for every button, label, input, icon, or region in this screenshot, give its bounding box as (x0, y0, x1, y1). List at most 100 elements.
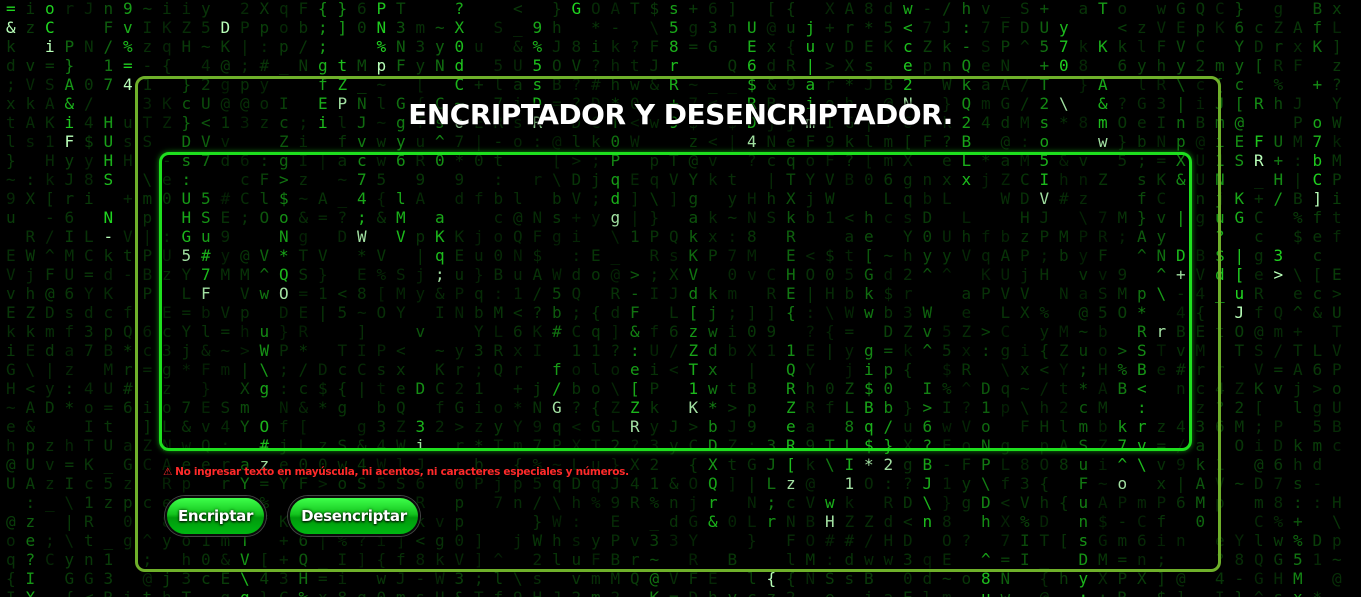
matrix-glyph: < (1118, 18, 1128, 37)
matrix-glyph: 8 (1274, 493, 1284, 512)
matrix-glyph: H (182, 37, 192, 56)
matrix-glyph: k (1118, 37, 1128, 56)
matrix-glyph: e (981, 56, 991, 75)
matrix-glyph: = (84, 265, 94, 284)
matrix-glyph: G (6, 360, 16, 379)
matrix-glyph: k (6, 322, 16, 341)
matrix-glyph: S (494, 18, 504, 37)
matrix-glyph: h (962, 0, 972, 18)
matrix-glyph: T (1332, 322, 1342, 341)
matrix-glyph: R (786, 56, 796, 75)
matrix-glyph: P (240, 18, 250, 37)
matrix-glyph: s (1274, 588, 1284, 597)
matrix-glyph: M (1293, 132, 1303, 151)
matrix-glyph: i (1332, 189, 1342, 208)
matrix-glyph: ^ (1254, 588, 1264, 597)
matrix-glyph: c (1313, 284, 1323, 303)
matrix-glyph: 9 (513, 588, 523, 597)
matrix-glyph: [ (1254, 56, 1264, 75)
matrix-glyph: c (104, 303, 114, 322)
matrix-glyph: J (84, 0, 94, 18)
matrix-glyph: p (1332, 531, 1342, 550)
matrix-glyph: a (1079, 0, 1089, 18)
matrix-glyph: : (1293, 493, 1303, 512)
matrix-glyph: k (942, 37, 952, 56)
matrix-glyph: R (1118, 588, 1128, 597)
matrix-glyph: k (1293, 436, 1303, 455)
matrix-glyph: 7 (1313, 132, 1323, 151)
matrix-glyph: D (1313, 531, 1323, 550)
matrix-glyph: l (6, 132, 16, 151)
matrix-glyph: r (65, 189, 75, 208)
matrix-glyph: % (1293, 208, 1303, 227)
matrix-glyph: n (728, 18, 738, 37)
decrypt-button[interactable]: Desencriptar (288, 496, 420, 536)
matrix-glyph: l (1293, 398, 1303, 417)
matrix-glyph: Q (1274, 303, 1284, 322)
matrix-glyph: ~ (6, 170, 16, 189)
matrix-glyph: U (1332, 398, 1342, 417)
matrix-glyph: r (123, 360, 133, 379)
matrix-glyph: k (1332, 132, 1342, 151)
matrix-glyph: 6 (65, 208, 75, 227)
matrix-glyph: F (650, 37, 660, 56)
matrix-glyph: + (825, 18, 835, 37)
matrix-glyph: : (65, 379, 75, 398)
matrix-glyph: j (1293, 379, 1303, 398)
matrix-glyph: _ (513, 18, 523, 37)
matrix-glyph: N (435, 56, 445, 75)
matrix-glyph: 8 (1079, 56, 1089, 75)
matrix-glyph: L (1332, 18, 1342, 37)
matrix-glyph: K (650, 588, 660, 597)
matrix-glyph: : (260, 37, 270, 56)
matrix-glyph: E (864, 37, 874, 56)
matrix-glyph: [ (767, 0, 777, 18)
matrix-glyph: u (806, 37, 816, 56)
matrix-glyph: I (84, 417, 94, 436)
matrix-glyph: O (552, 56, 562, 75)
matrix-glyph: ; (6, 75, 16, 94)
matrix-glyph: 8 (1235, 550, 1245, 569)
matrix-glyph: \ (1293, 265, 1303, 284)
matrix-glyph: 7 (1274, 474, 1284, 493)
matrix-glyph: J (552, 588, 562, 597)
matrix-glyph: _ (1254, 170, 1264, 189)
matrix-glyph: ; (318, 18, 328, 37)
matrix-glyph: m (1254, 493, 1264, 512)
matrix-glyph: % (1274, 75, 1284, 94)
matrix-glyph: f (1313, 18, 1323, 37)
matrix-glyph: V (572, 56, 582, 75)
matrix-glyph: : (26, 493, 36, 512)
matrix-glyph: + (123, 189, 133, 208)
matrix-glyph: c (1254, 227, 1264, 246)
matrix-glyph: e (6, 417, 16, 436)
matrix-glyph: M (1235, 417, 1245, 436)
matrix-glyph: I (143, 18, 153, 37)
matrix-glyph: M (1293, 569, 1303, 588)
matrix-glyph: J (1235, 303, 1245, 322)
matrix-glyph: C (1196, 37, 1206, 56)
matrix-glyph: E (6, 246, 16, 265)
matrix-glyph: 0 (357, 18, 367, 37)
matrix-glyph: N (396, 37, 406, 56)
matrix-glyph: 2 (611, 588, 621, 597)
matrix-glyph: & (1313, 303, 1323, 322)
matrix-glyph: T (1293, 341, 1303, 360)
text-input[interactable] (162, 155, 1189, 448)
matrix-glyph: - (962, 37, 972, 56)
matrix-glyph: D (689, 588, 699, 597)
matrix-glyph: H (1274, 569, 1284, 588)
matrix-glyph: E (903, 588, 913, 597)
matrix-glyph: K (221, 37, 231, 56)
matrix-glyph: 3 (84, 322, 94, 341)
encrypt-button[interactable]: Encriptar (165, 496, 266, 536)
matrix-glyph: @ (1254, 322, 1264, 341)
matrix-glyph: 6 (1118, 56, 1128, 75)
matrix-glyph: K (1235, 189, 1245, 208)
matrix-glyph: 0 (455, 37, 465, 56)
warning-triangle-icon: ⚠ (163, 466, 173, 478)
matrix-glyph: Q (728, 56, 738, 75)
matrix-glyph: n (104, 0, 114, 18)
matrix-glyph: G (84, 569, 94, 588)
matrix-glyph: t (84, 531, 94, 550)
